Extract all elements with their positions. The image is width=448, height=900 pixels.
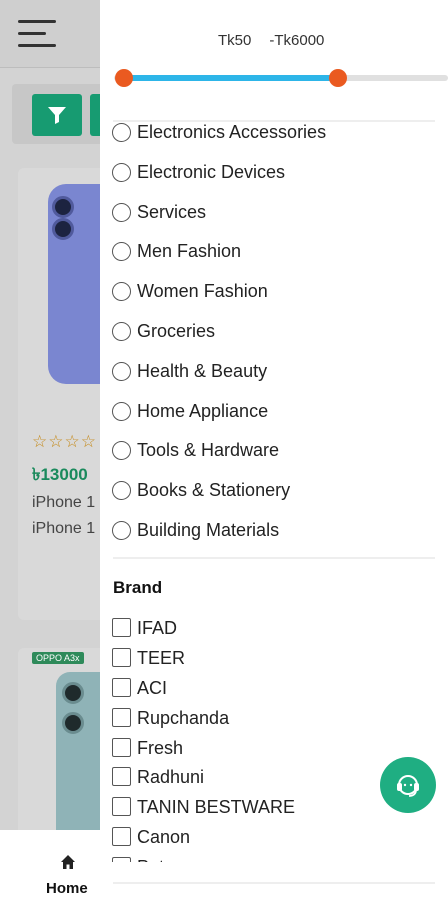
category-label: Electronics Accessories: [137, 122, 327, 142]
category-label: Building Materials: [137, 519, 280, 540]
brand-section-title: Brand: [113, 578, 163, 597]
brand-option[interactable]: Rupchanda: [112, 702, 442, 732]
category-radio[interactable]: [112, 123, 131, 142]
category-option[interactable]: Health & Beauty: [112, 357, 442, 397]
camera-lens: [52, 218, 74, 240]
price-slider-range: [124, 75, 338, 81]
category-radio[interactable]: [112, 520, 131, 540]
divider: [113, 557, 435, 559]
category-label: Tools & Hardware: [137, 440, 280, 461]
category-label: Health & Beauty: [137, 360, 268, 381]
product-tag: OPPO A3x: [32, 652, 84, 664]
category-radio[interactable]: [112, 162, 131, 182]
camera-lens: [62, 712, 84, 734]
filter-icon: [48, 107, 66, 124]
brand-option[interactable]: Canon: [112, 821, 442, 851]
category-radio[interactable]: [112, 242, 131, 262]
brand-checkbox[interactable]: [112, 767, 131, 787]
brand-option[interactable]: Fresh: [112, 732, 442, 762]
brand-label: TEER: [137, 647, 186, 668]
category-radio[interactable]: [112, 321, 131, 341]
nav-home-label[interactable]: Home: [46, 880, 88, 897]
category-option[interactable]: Groceries: [112, 317, 442, 357]
brand-label: Fresh: [137, 737, 184, 758]
category-option[interactable]: Tools & Hardware: [112, 436, 442, 476]
category-option[interactable]: Men Fashion: [112, 237, 442, 277]
category-radio[interactable]: [112, 361, 131, 381]
support-button[interactable]: [380, 757, 436, 813]
brand-label: Pet...: [137, 857, 179, 862]
home-icon[interactable]: [60, 854, 76, 875]
category-option[interactable]: Home Appliance: [112, 397, 442, 437]
brand-label: Rupchanda: [137, 707, 230, 728]
camera-lens: [52, 196, 74, 218]
brand-checkbox[interactable]: [112, 647, 131, 667]
rating-stars: ☆☆☆☆: [32, 432, 97, 451]
price-slider-max-handle[interactable]: [328, 69, 347, 87]
category-option[interactable]: Electronic Devices: [112, 158, 442, 198]
category-radio[interactable]: [112, 202, 131, 222]
category-option[interactable]: Electronics Accessories: [112, 118, 442, 158]
brand-checkbox[interactable]: [112, 797, 131, 817]
brand-label: ACI: [137, 677, 168, 698]
product-title: iPhone 1: [32, 494, 96, 511]
category-label: Electronic Devices: [137, 161, 286, 182]
brand-checkbox[interactable]: [112, 857, 131, 862]
brand-label: Radhuni: [137, 767, 205, 788]
brand-checkbox[interactable]: [112, 737, 131, 757]
category-label: Groceries: [137, 320, 216, 341]
divider: [113, 882, 435, 884]
category-radio[interactable]: [112, 282, 131, 302]
category-option[interactable]: Books & Stationery: [112, 476, 442, 516]
price-range-labels: Tk50 -Tk6000: [218, 32, 324, 49]
brand-option[interactable]: IFAD: [112, 612, 442, 642]
price-slider[interactable]: [114, 69, 448, 87]
brand-label: TANIN BESTWARE: [137, 797, 296, 818]
category-radio[interactable]: [112, 481, 131, 501]
brand-option[interactable]: TEER: [112, 642, 442, 672]
brand-list: IFAD TEER ACI Rupchanda Fresh Radhuni TANIN BE…: [112, 612, 442, 862]
brand-checkbox[interactable]: [112, 827, 131, 847]
category-option[interactable]: Women Fashion: [112, 277, 442, 317]
brand-label: IFAD: [137, 618, 178, 638]
product-price: ৳13000: [32, 465, 88, 484]
menu-icon[interactable]: [18, 20, 56, 48]
category-label: Services: [137, 201, 207, 222]
price-min-label: Tk50: [218, 32, 252, 49]
category-label: Home Appliance: [137, 400, 269, 421]
brand-checkbox[interactable]: [112, 618, 131, 637]
product-subtitle: iPhone 1: [32, 520, 96, 537]
price-max-label: -Tk6000: [269, 32, 325, 49]
price-slider-min-handle[interactable]: [115, 69, 134, 87]
brand-checkbox[interactable]: [112, 677, 131, 697]
category-label: Men Fashion: [137, 241, 242, 262]
brand-option[interactable]: ACI: [112, 672, 442, 702]
category-option[interactable]: Building Materials: [112, 516, 442, 556]
category-option[interactable]: Services: [112, 198, 442, 238]
camera-lens: [62, 682, 84, 704]
category-label: Books & Stationery: [137, 480, 291, 501]
category-list: Electronics Accessories Electronic Device…: [112, 118, 442, 556]
filter-button[interactable]: [32, 94, 82, 136]
brand-option[interactable]: Pet...: [112, 851, 442, 862]
category-radio[interactable]: [112, 441, 131, 461]
brand-label: Canon: [137, 827, 191, 848]
category-radio[interactable]: [112, 401, 131, 421]
headset-icon: [397, 775, 419, 797]
brand-checkbox[interactable]: [112, 707, 131, 727]
category-label: Women Fashion: [137, 281, 268, 302]
